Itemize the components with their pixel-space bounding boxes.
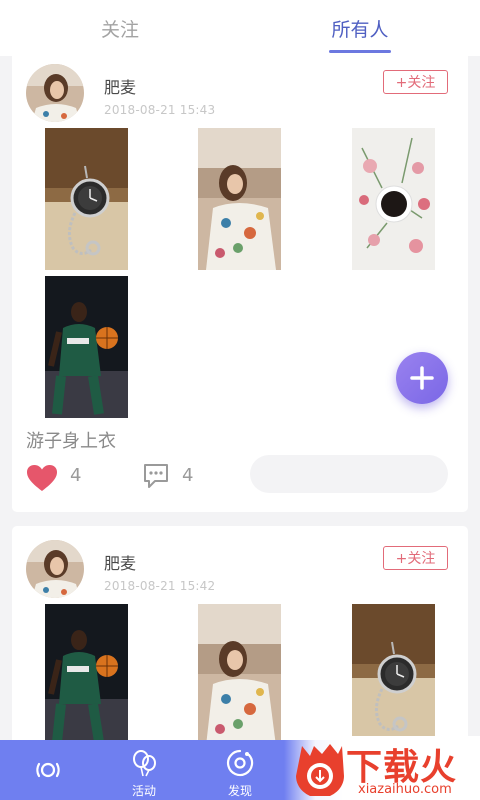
top-tab-bar: 关注 所有人 — [0, 0, 480, 56]
post-time: 2018-08-21 15:43 — [104, 103, 216, 117]
comment-icon[interactable] — [142, 462, 170, 490]
post-photo-woman-floral-dress[interactable] — [198, 604, 281, 740]
avatar[interactable] — [26, 64, 84, 122]
post-photo-pocket-watch[interactable] — [352, 604, 435, 740]
post-card: 肥麦 2018-08-21 15:43 +关注 游子身上衣 4 4 — [12, 56, 468, 512]
compass-icon — [227, 749, 254, 777]
watermark: 下载火 xiazaihuo.com — [284, 736, 480, 800]
post-time: 2018-08-21 15:42 — [104, 579, 216, 593]
follow-button[interactable]: +关注 — [383, 546, 448, 570]
nav-item-discover[interactable]: 发现 — [192, 740, 288, 800]
post-photo-basketball-player[interactable] — [45, 604, 128, 740]
heart-icon[interactable] — [26, 464, 58, 492]
watermark-domain: xiazaihuo.com — [358, 782, 452, 797]
nav-label: 活动 — [131, 784, 156, 798]
nav-item-home[interactable] — [0, 740, 96, 800]
comment-count: 4 — [182, 465, 194, 486]
post-caption: 游子身上衣 — [26, 431, 116, 452]
username[interactable]: 肥麦 — [104, 550, 136, 574]
tab-following[interactable]: 关注 — [0, 0, 240, 56]
post-card: 肥麦 2018-08-21 15:42 +关注 — [12, 526, 468, 740]
comment-input[interactable] — [250, 455, 448, 493]
username[interactable]: 肥麦 — [104, 74, 136, 98]
follow-button[interactable]: +关注 — [383, 70, 448, 94]
post-photo-pocket-watch[interactable] — [45, 128, 128, 270]
create-post-button[interactable] — [396, 352, 448, 404]
like-count: 4 — [70, 465, 82, 486]
balloons-icon — [133, 750, 156, 777]
post-photo-basketball-player[interactable] — [45, 276, 128, 418]
nav-item-activity[interactable]: 活动 — [96, 740, 192, 800]
flame-logo-icon — [296, 744, 344, 796]
signal-ring-icon — [36, 762, 60, 778]
post-photo-woman-floral-dress[interactable] — [198, 128, 281, 270]
avatar[interactable] — [26, 540, 84, 598]
nav-label: 发现 — [227, 784, 252, 798]
plus-icon — [410, 366, 434, 390]
tab-everyone[interactable]: 所有人 — [240, 0, 480, 56]
post-photo-coffee-flowers[interactable] — [352, 128, 435, 270]
